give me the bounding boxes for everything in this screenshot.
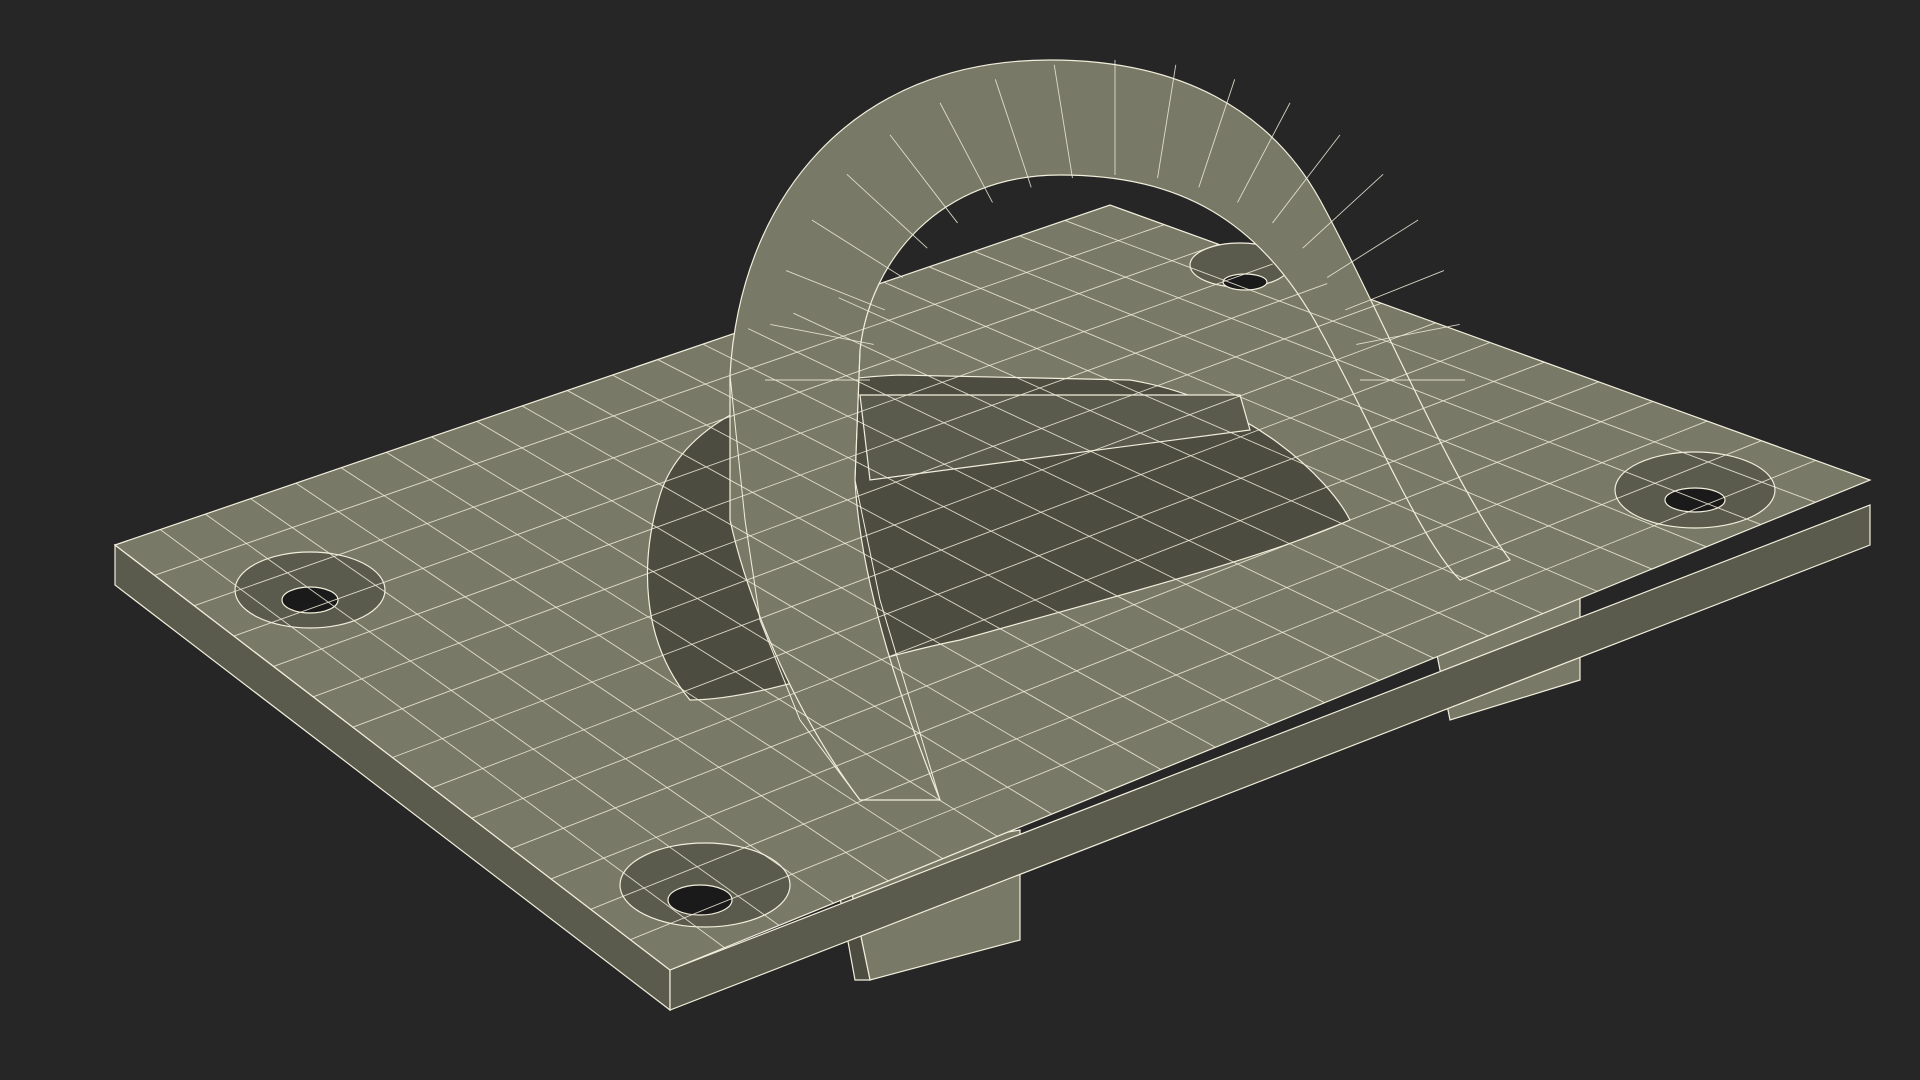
wireframe-render <box>0 0 1920 1080</box>
3d-viewport[interactable] <box>0 0 1920 1080</box>
